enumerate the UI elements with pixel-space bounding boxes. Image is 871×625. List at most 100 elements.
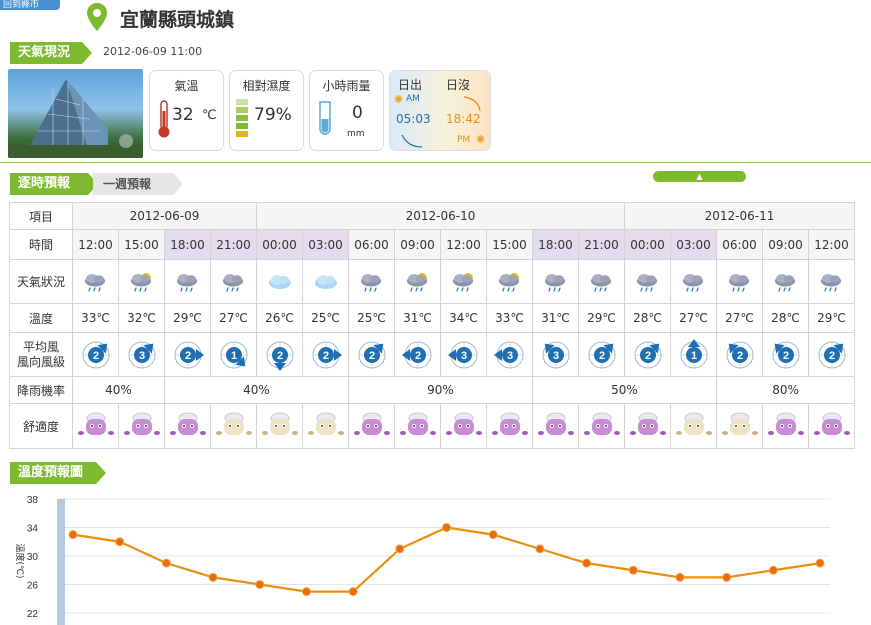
wind-direction-icon: 1	[220, 341, 247, 368]
temperature-point	[535, 544, 545, 554]
temperature-cell: 27℃	[670, 303, 717, 333]
weather-cell	[302, 259, 349, 304]
cloud-rain-icon	[176, 273, 197, 292]
wind-cell: 2	[807, 332, 856, 377]
comfort-mascot-icon	[491, 412, 528, 435]
row-label-temperature: 溫度	[9, 303, 73, 333]
wind-level-label: 2	[782, 350, 788, 362]
wind-cell: 3	[532, 332, 579, 377]
current-weather-label: 天氣現況	[10, 42, 92, 64]
rainfall-value: 0	[352, 103, 363, 123]
temperature-point	[348, 587, 358, 597]
comfort-cell	[670, 403, 717, 449]
time-cell: 06:00	[716, 229, 763, 260]
y-axis-bar	[57, 499, 65, 625]
y-tick-label: 34	[27, 524, 39, 535]
wind-direction-icon: 2	[818, 341, 846, 368]
city-title: 宜蘭縣頭城鎮	[120, 9, 235, 31]
wind-label-line1: 平均風	[22, 339, 59, 354]
y-tick-label: 38	[27, 495, 39, 506]
comfort-mascot-icon	[123, 412, 160, 435]
temperature-point	[815, 558, 825, 568]
temperature-cell: 29℃	[164, 303, 211, 333]
wind-level-label: 3	[552, 350, 558, 362]
temperature-cell: 27℃	[210, 303, 257, 333]
wind-direction-icon: 2	[726, 341, 753, 368]
wind-level-label: 2	[828, 350, 834, 362]
time-cell: 12:00	[807, 229, 856, 260]
time-cell: 21:00	[210, 229, 257, 260]
temperature-point	[255, 580, 265, 589]
sunrise-sunset-card: 日出 日沒 ✺ AM 05:03 18:42 PM ✺	[389, 70, 491, 151]
wind-level-label: 3	[460, 350, 466, 362]
observation-time: 2012-06-09 11:00	[103, 45, 203, 58]
temperature-cell: 33℃	[486, 303, 533, 333]
wind-direction-icon: 2	[174, 341, 204, 368]
comfort-cell	[578, 403, 625, 449]
rain-probability-cell: 80%	[715, 376, 856, 404]
comfort-mascot-icon	[399, 412, 436, 435]
cloud-rain-icon	[728, 273, 749, 292]
temperature-series-line	[72, 526, 821, 593]
comfort-cell	[532, 403, 579, 449]
temperature-cell: 29℃	[578, 303, 625, 333]
tab-hourly[interactable]: 逐時預報	[10, 173, 98, 195]
tab-weekly[interactable]: 一週預報	[93, 173, 183, 195]
wind-label-line2: 風向風級	[16, 354, 65, 369]
wind-direction-icon: 1	[680, 338, 707, 368]
comfort-cell	[210, 403, 257, 449]
collapse-button[interactable]: ▲	[653, 171, 746, 182]
weather-cell	[807, 259, 856, 304]
temperature-cell: 26℃	[256, 303, 303, 333]
row-label-wind: 平均風 風向風級	[9, 332, 73, 377]
sun-cloud-rain-icon	[452, 272, 473, 292]
time-cell: 15:00	[486, 229, 533, 260]
time-cell: 21:00	[578, 229, 625, 260]
sun-arc-arrows	[401, 96, 481, 148]
wind-level-label: 2	[644, 350, 650, 362]
comfort-mascot-icon	[721, 412, 758, 435]
time-cell: 06:00	[348, 229, 395, 260]
temperature-chart-label: 溫度預報圖	[10, 462, 106, 484]
weather-cell	[118, 259, 165, 304]
comfort-mascot-icon	[445, 412, 482, 435]
wind-direction-icon: 3	[447, 341, 477, 368]
time-cell: 03:00	[670, 229, 717, 260]
wind-level-label: 3	[506, 350, 512, 362]
weather-cell	[762, 259, 809, 304]
wind-cell: 2	[164, 332, 211, 377]
comfort-cell	[348, 403, 395, 449]
hourly-forecast-table: 項目 2012-06-09 2012-06-10 2012-06-11 時間 12:…	[9, 202, 856, 449]
time-cell: 03:00	[302, 229, 349, 260]
row-label-weather: 天氣狀況	[9, 259, 73, 304]
temperature-point	[488, 530, 498, 540]
humidity-title: 相對濕度	[242, 79, 291, 93]
date-header: 2012-06-09	[72, 202, 257, 230]
comfort-mascot-icon	[629, 412, 666, 435]
comfort-cell	[72, 403, 119, 449]
wind-direction-icon: 2	[401, 341, 431, 368]
wind-cell: 3	[118, 332, 165, 377]
back-to-county-tab[interactable]: 回到縣市	[0, 0, 60, 10]
temperature-unit: ℃	[202, 108, 217, 123]
time-cell: 18:00	[164, 229, 211, 260]
rainfall-card: 小時雨量 0 mm	[309, 70, 384, 151]
temperature-point	[722, 572, 732, 582]
section-divider	[0, 162, 871, 163]
date-header: 2012-06-11	[623, 202, 856, 230]
wind-cell: 2	[256, 332, 303, 377]
thermometer-icon	[158, 100, 170, 138]
cloud-rain-icon	[636, 273, 657, 292]
time-cell: 00:00	[256, 229, 303, 260]
comfort-cell	[762, 403, 809, 449]
temperature-cell: 32℃	[118, 303, 165, 333]
y-axis-label: 溫度(℃)	[14, 543, 26, 578]
temperature-point	[582, 558, 592, 568]
wind-level-label: 2	[414, 350, 420, 362]
wind-level-label: 3	[138, 350, 144, 362]
temperature-point	[115, 537, 125, 547]
rain-probability-cell: 90%	[348, 376, 533, 404]
wind-level-label: 2	[276, 350, 282, 362]
time-cell: 12:00	[440, 229, 487, 260]
wind-cell: 2	[578, 332, 625, 377]
